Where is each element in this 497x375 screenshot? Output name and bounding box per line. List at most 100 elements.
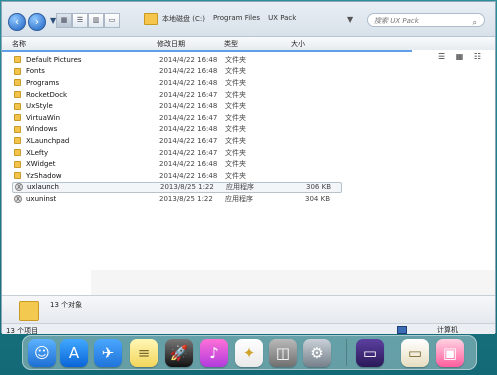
application-icon: X <box>15 183 23 192</box>
document-icon[interactable]: ▭ <box>401 339 429 367</box>
file-date: 2014/4/22 16:48 <box>159 67 218 76</box>
search-input[interactable]: 搜索 UX Pack ⌕ <box>367 13 485 27</box>
breadcrumb-ux-pack[interactable]: UX Pack <box>268 14 296 24</box>
file-type: 文件夹 <box>225 171 246 180</box>
navigation: ‹ › ▼ <box>8 13 56 31</box>
folder-icon <box>14 160 21 168</box>
file-row[interactable]: Xuxlaunch 2013/8/25 1:22 应用程序 306 KB <box>12 181 342 194</box>
search-icon: ⌕ <box>472 18 477 27</box>
computer-icon <box>397 326 407 334</box>
status-bar: 13 个项目 计算机 <box>2 323 495 335</box>
file-row[interactable]: Fonts 2014/4/22 16:48 文件夹 <box>12 66 342 78</box>
header-highlight <box>2 50 412 52</box>
file-row[interactable]: XLefty 2014/4/22 16:47 文件夹 <box>12 147 342 159</box>
file-date: 2014/4/22 16:48 <box>159 102 218 111</box>
safari-icon[interactable]: ✈ <box>94 339 122 367</box>
file-list: Default Pictures 2014/4/22 16:48 文件夹 Fonts 2… <box>12 54 342 205</box>
file-date: 2014/4/22 16:48 <box>159 78 218 87</box>
folder-icon <box>14 102 21 110</box>
forward-button[interactable]: › <box>28 13 46 31</box>
file-name: uxuninst <box>26 194 57 203</box>
folder-icon <box>14 67 21 75</box>
application-icon: X <box>14 194 22 203</box>
icon-view-button[interactable]: ▦ <box>56 13 72 28</box>
breadcrumb-program-files[interactable]: Program Files <box>213 14 260 24</box>
file-row[interactable]: UxStyle 2014/4/22 16:48 文件夹 <box>12 100 342 112</box>
list-view-button[interactable]: ☰ <box>72 13 88 28</box>
desktop-icon[interactable]: ▭ <box>356 339 384 367</box>
folder-icon <box>14 114 21 122</box>
itunes-icon[interactable]: ♪ <box>200 339 228 367</box>
search-placeholder: 搜索 UX Pack <box>374 17 419 25</box>
dock: ☺ A ✈ ≡ 🚀 ♪ ✦ ◫ ⚙ ▭ ▭ ▣ <box>22 335 477 370</box>
file-date: 2013/8/25 1:22 <box>160 183 214 192</box>
file-name: UxStyle <box>26 102 53 111</box>
file-name: YzShadow <box>26 171 62 180</box>
breadcrumb-chevron-icon[interactable]: ▼ <box>347 15 353 24</box>
breadcrumb-drive[interactable]: 本地磁盘 (C:) <box>162 14 205 24</box>
file-type: 应用程序 <box>225 194 253 203</box>
file-name: Default Pictures <box>26 55 82 64</box>
folder-icon <box>144 13 158 25</box>
column-date[interactable]: 修改日期 <box>157 39 185 49</box>
column-name[interactable]: 名称 <box>12 39 26 49</box>
file-size: 306 KB <box>306 183 331 192</box>
file-row[interactable]: Programs 2014/4/22 16:48 文件夹 <box>12 77 342 89</box>
breadcrumb: 本地磁盘 (C:) Program Files UX Pack <box>162 14 296 24</box>
layout-icons[interactable]: ☰ ▦ ☷ <box>438 52 485 61</box>
column-size[interactable]: 大小 <box>291 39 305 49</box>
folder-icon <box>14 125 21 133</box>
file-size: 304 KB <box>305 194 330 203</box>
dock-separator <box>346 339 347 366</box>
file-row[interactable]: Default Pictures 2014/4/22 16:48 文件夹 <box>12 54 342 66</box>
file-type: 应用程序 <box>226 183 254 192</box>
empty-area <box>91 270 495 295</box>
file-name: Windows <box>26 125 58 134</box>
folder-icon <box>14 91 21 99</box>
file-date: 2013/8/25 1:22 <box>159 194 213 203</box>
folder-icon <box>14 79 21 87</box>
file-row[interactable]: RocketDock 2014/4/22 16:47 文件夹 <box>12 89 342 101</box>
calculator-icon[interactable]: ◫ <box>269 339 297 367</box>
file-date: 2014/4/22 16:47 <box>159 148 218 157</box>
view-buttons: ▦ ☰ ▥ ▭ <box>56 13 120 28</box>
folder-icon <box>14 172 21 180</box>
toolbar: ‹ › ▼ ▦ ☰ ▥ ▭ 本地磁盘 (C:) Program Files UX… <box>2 2 495 37</box>
folder-icon <box>14 56 21 64</box>
file-type: 文件夹 <box>225 78 246 87</box>
file-type: 文件夹 <box>225 136 246 145</box>
file-type: 文件夹 <box>225 148 246 157</box>
file-row[interactable]: XWidget 2014/4/22 16:48 文件夹 <box>12 158 342 170</box>
file-date: 2014/4/22 16:48 <box>159 55 218 64</box>
file-row[interactable]: XLaunchpad 2014/4/22 16:47 文件夹 <box>12 135 342 147</box>
column-type[interactable]: 类型 <box>224 39 238 49</box>
file-type: 文件夹 <box>225 55 246 64</box>
finder-icon[interactable]: ☺ <box>28 339 56 367</box>
column-view-button[interactable]: ▥ <box>88 13 104 28</box>
explorer-window: ‹ › ▼ ▦ ☰ ▥ ▭ 本地磁盘 (C:) Program Files UX… <box>1 1 496 335</box>
photos-icon[interactable]: ✦ <box>235 339 263 367</box>
object-count: 13 个对象 <box>50 301 83 309</box>
file-date: 2014/4/22 16:48 <box>159 160 218 169</box>
rocket-icon[interactable]: 🚀 <box>165 339 193 367</box>
folder-icon <box>14 149 21 157</box>
file-date: 2014/4/22 16:48 <box>159 125 218 134</box>
file-type: 文件夹 <box>225 113 246 122</box>
file-name: Programs <box>26 78 60 87</box>
file-name: VirtuaWin <box>26 113 61 122</box>
file-name: XLaunchpad <box>26 136 70 145</box>
file-date: 2014/4/22 16:47 <box>159 90 218 99</box>
file-row[interactable]: Windows 2014/4/22 16:48 文件夹 <box>12 124 342 136</box>
notes-icon[interactable]: ≡ <box>130 339 158 367</box>
system-preferences-icon[interactable]: ⚙ <box>303 339 331 367</box>
file-row[interactable]: VirtuaWin 2014/4/22 16:47 文件夹 <box>12 112 342 124</box>
back-button[interactable]: ‹ <box>8 13 26 31</box>
app-icon[interactable]: ▣ <box>436 339 464 367</box>
file-row[interactable]: YzShadow 2014/4/22 16:48 文件夹 <box>12 170 342 182</box>
computer-label: 计算机 <box>437 326 458 334</box>
file-type: 文件夹 <box>225 160 246 169</box>
file-row[interactable]: Xuxuninst 2013/8/25 1:22 应用程序 304 KB <box>12 193 342 205</box>
file-date: 2014/4/22 16:48 <box>159 171 218 180</box>
app-store-icon[interactable]: A <box>60 339 88 367</box>
coverflow-view-button[interactable]: ▭ <box>104 13 120 28</box>
